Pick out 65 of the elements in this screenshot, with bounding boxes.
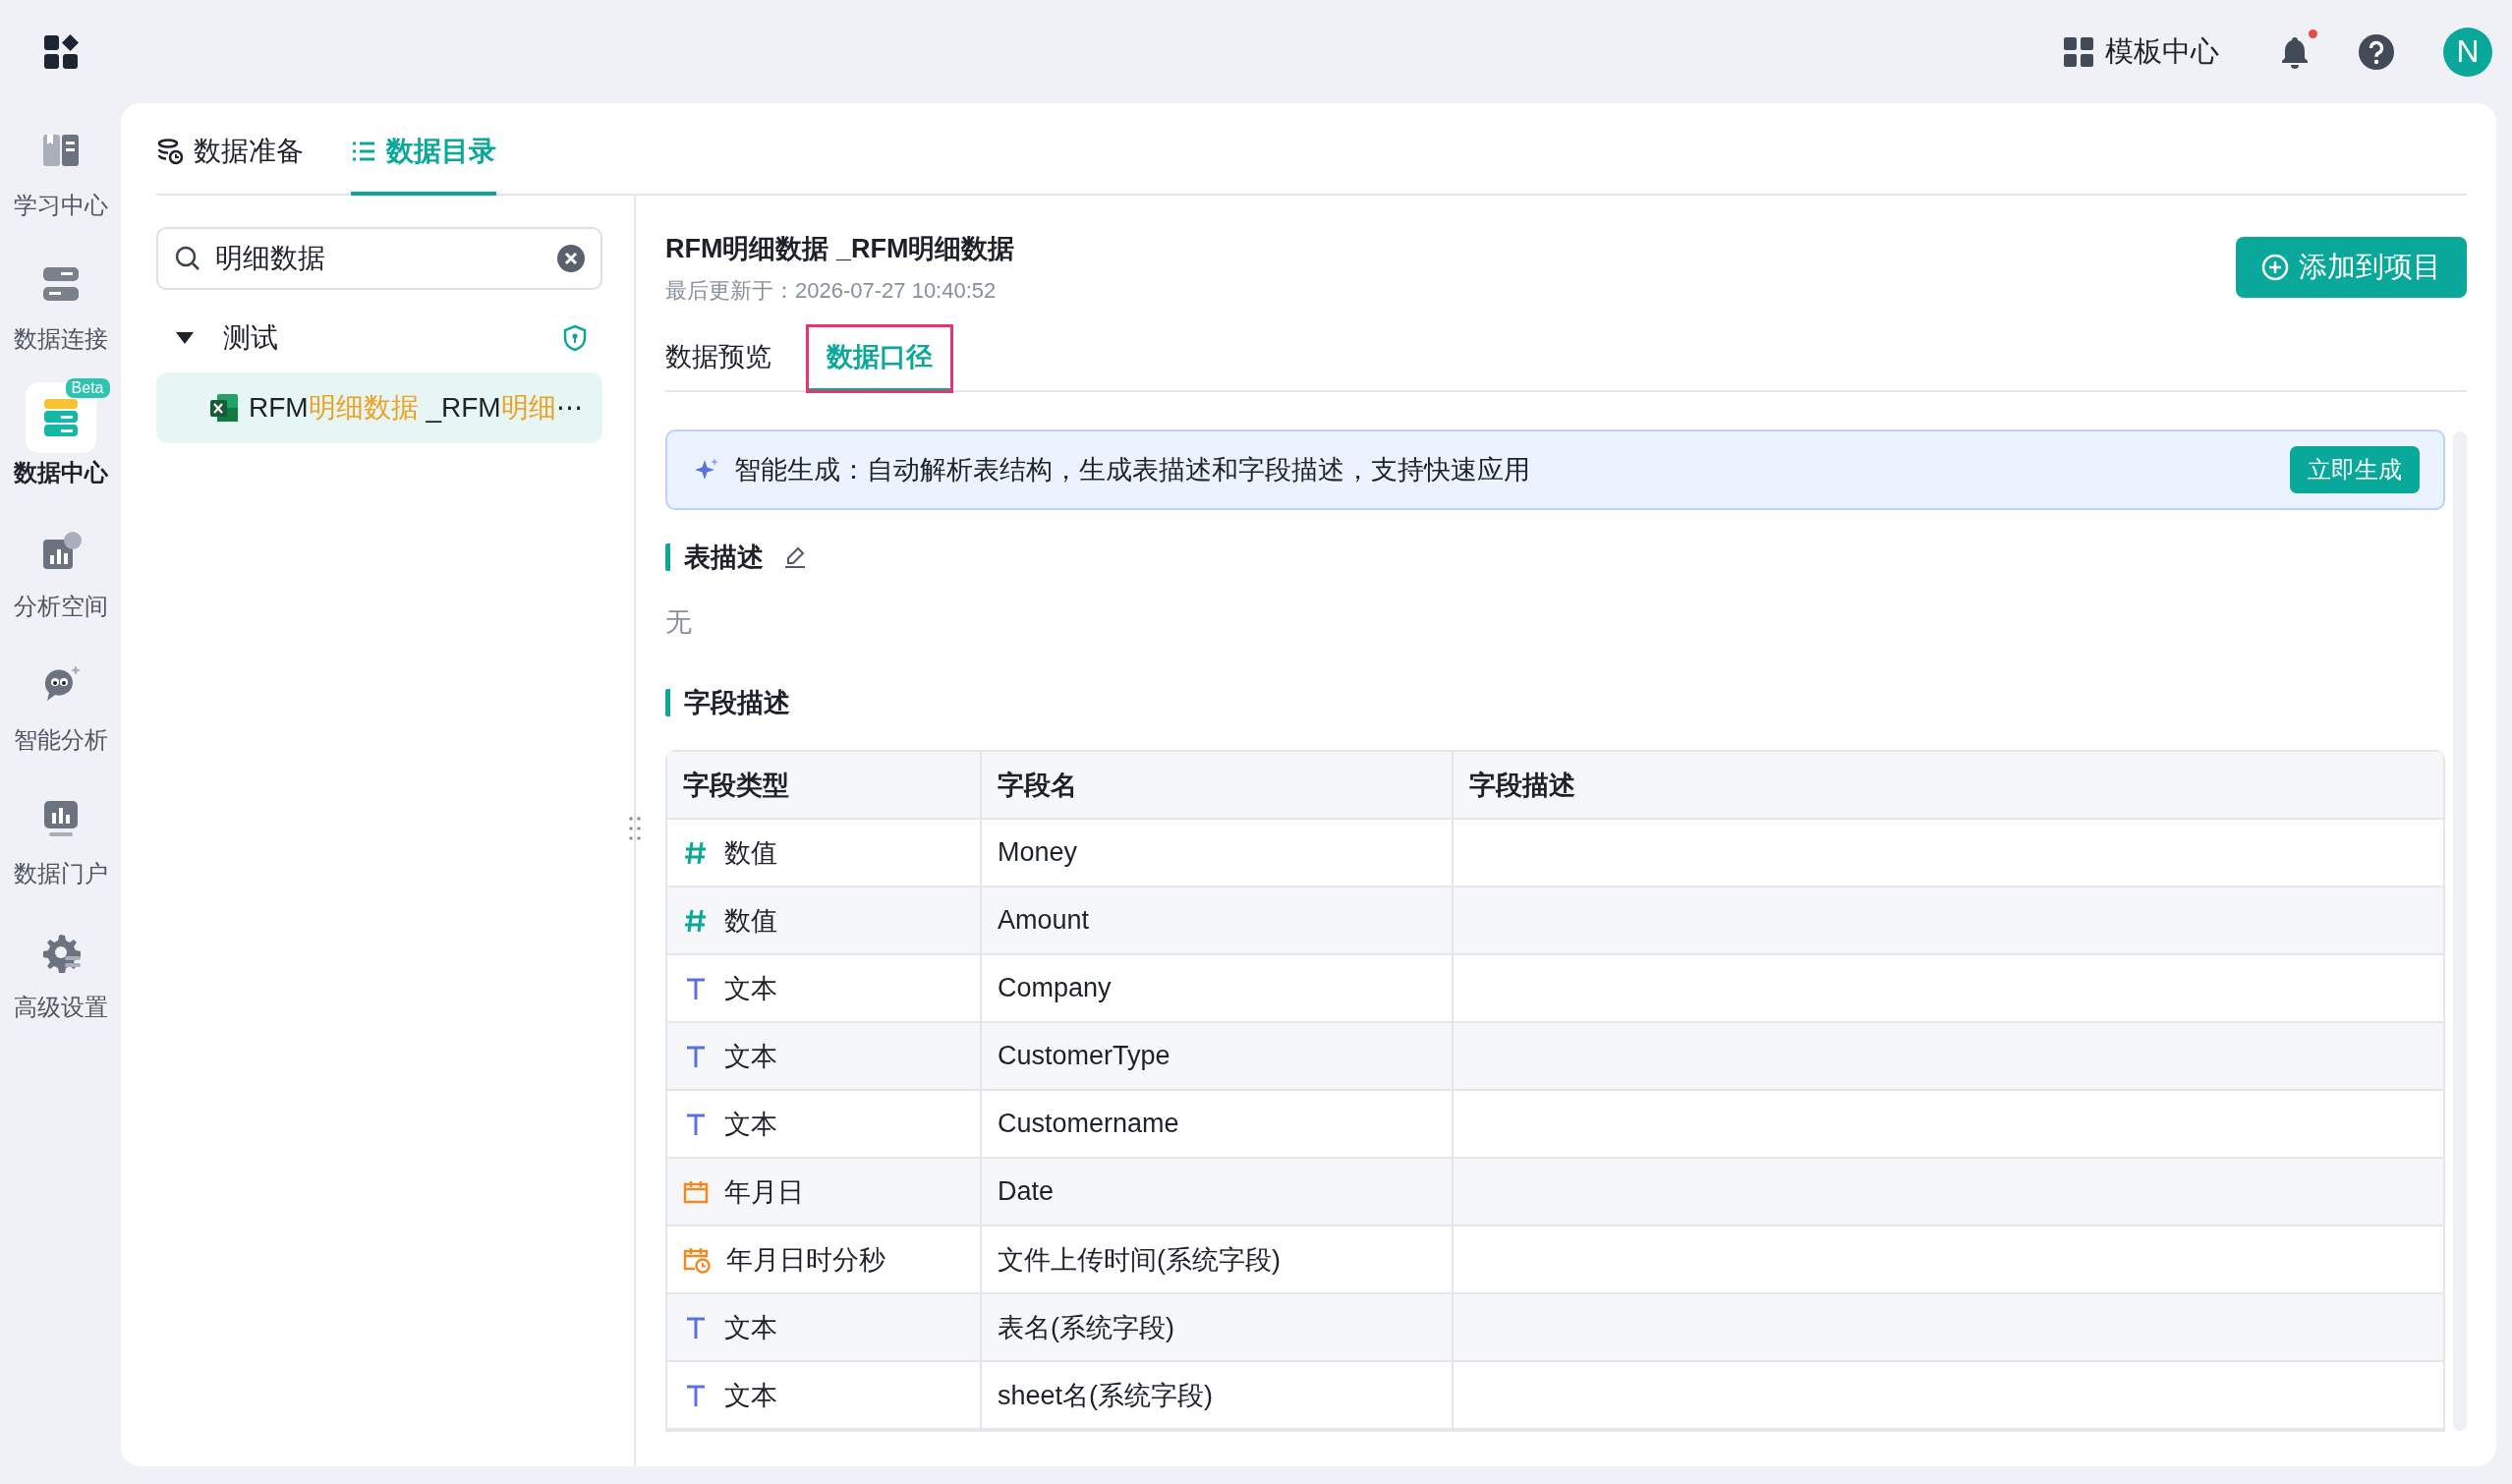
table-cell: sheet名(系统字段) bbox=[982, 1362, 1454, 1430]
column-header: 字段类型 bbox=[667, 752, 982, 820]
field-type: 年月日 bbox=[724, 1175, 804, 1209]
table-cell: Date bbox=[982, 1159, 1454, 1227]
field-type: 年月日时分秒 bbox=[726, 1243, 885, 1277]
table-cell: Money bbox=[982, 820, 1454, 887]
shield-icon bbox=[563, 324, 587, 352]
nav-label: 高级设置 bbox=[13, 993, 108, 1022]
search-field[interactable]: 明细数据 bbox=[156, 227, 602, 290]
folder-label: 测试 bbox=[223, 321, 279, 355]
caret-down-icon[interactable] bbox=[176, 332, 194, 344]
plus-circle-icon bbox=[2261, 254, 2289, 281]
section-title: 表描述 bbox=[665, 543, 764, 571]
nav-label: 智能分析 bbox=[13, 725, 108, 755]
edit-icon[interactable] bbox=[783, 545, 807, 569]
list-icon bbox=[351, 140, 376, 163]
clear-icon[interactable] bbox=[557, 245, 585, 272]
nav-item[interactable]: 学习中心 bbox=[13, 115, 108, 221]
sub-tab[interactable]: 数据预览 bbox=[665, 325, 771, 392]
field-type: 文本 bbox=[724, 1108, 777, 1141]
nav-item[interactable]: 分析空间 bbox=[13, 516, 108, 622]
banner-text: 智能生成：自动解析表结构，生成表描述和字段描述，支持快速应用 bbox=[734, 454, 1531, 486]
nav-item[interactable]: 数据门户 bbox=[13, 783, 108, 889]
field-type: 文本 bbox=[724, 1379, 777, 1412]
beta-badge: Beta bbox=[65, 378, 110, 398]
column-header: 字段描述 bbox=[1454, 752, 2443, 820]
nav-label: 数据门户 bbox=[13, 859, 108, 888]
last-updated-text: 最后更新于：2026-07-27 10:40:52 bbox=[665, 277, 998, 305]
bell-icon[interactable] bbox=[2280, 34, 2310, 69]
tree-item[interactable]: RFM明细数据 _RFM明细⋯ bbox=[156, 372, 602, 443]
tree-item-label: RFM明细数据 _RFM明细⋯ bbox=[249, 391, 584, 425]
nav-label: 数据连接 bbox=[13, 324, 108, 354]
dataset-title: RFM明细数据 _RFM明细数据 bbox=[665, 233, 1015, 265]
app-logo-icon[interactable] bbox=[42, 33, 79, 70]
drag-handle-icon[interactable] bbox=[628, 815, 642, 842]
column-header: 字段名 bbox=[982, 752, 1454, 820]
table-cell: 表名(系统字段) bbox=[982, 1294, 1454, 1362]
table-cell: CustomerType bbox=[982, 1023, 1454, 1091]
table-cell: Amount bbox=[982, 887, 1454, 955]
nav-label: 分析空间 bbox=[13, 592, 108, 621]
field-type: 数值 bbox=[724, 904, 777, 938]
table-cell: Customername bbox=[982, 1091, 1454, 1159]
tab[interactable]: 数据准备 bbox=[156, 133, 304, 196]
data-clock-icon bbox=[156, 138, 184, 165]
nav-item[interactable]: 智能分析 bbox=[13, 650, 108, 756]
calendar-icon bbox=[683, 1178, 709, 1205]
nav-item[interactable]: 高级设置 bbox=[13, 917, 108, 1023]
help-icon[interactable] bbox=[2359, 33, 2394, 70]
tree-folder[interactable]: 测试 bbox=[156, 304, 602, 372]
description-value: 无 bbox=[665, 606, 693, 639]
table-cell: 文件上传时间(系统字段) bbox=[982, 1227, 1454, 1294]
grid-icon bbox=[2064, 36, 2093, 67]
field-type: 文本 bbox=[724, 1311, 777, 1344]
field-type: 文本 bbox=[724, 972, 777, 1005]
spreadsheet-icon bbox=[209, 393, 239, 423]
nav-item[interactable]: 数据连接 bbox=[13, 249, 108, 355]
table-cell: Company bbox=[982, 955, 1454, 1023]
search-icon bbox=[174, 245, 201, 272]
field-type: 数值 bbox=[724, 836, 777, 870]
calendar-clock-icon bbox=[683, 1245, 711, 1274]
nav-label: 数据中心 bbox=[13, 458, 108, 487]
section-title: 字段描述 bbox=[665, 689, 790, 716]
nav-label: 学习中心 bbox=[13, 191, 108, 220]
template-center-link[interactable]: 模板中心 bbox=[2064, 31, 2219, 72]
field-type: 文本 bbox=[724, 1040, 777, 1073]
